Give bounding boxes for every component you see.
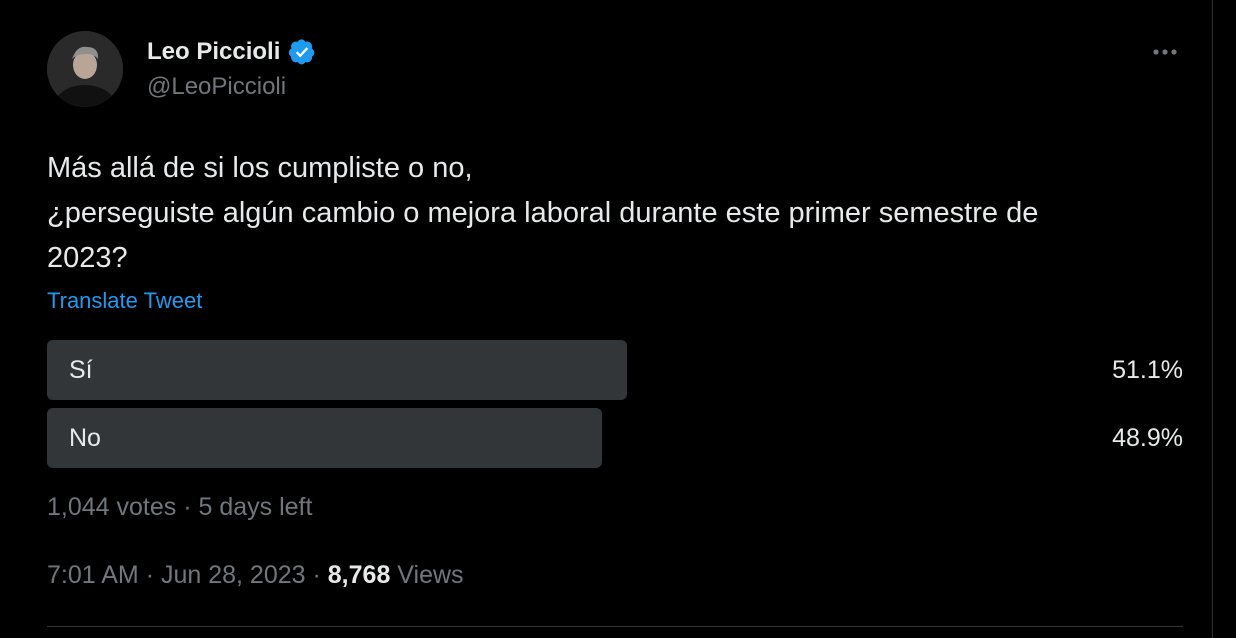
author-handle[interactable]: @LeoPiccioli	[147, 73, 286, 101]
poll-option-bar	[47, 340, 627, 400]
tweet-container: Leo Piccioli @LeoPiccioli Más allá de si…	[0, 0, 1213, 638]
poll-option: No 48.9%	[47, 408, 1183, 468]
divider	[47, 626, 1183, 627]
views-count[interactable]: 8,768	[328, 561, 391, 589]
tweet-time[interactable]: 7:01 AM	[47, 561, 139, 589]
poll-option-bar	[47, 408, 602, 468]
avatar[interactable]	[47, 31, 123, 107]
tweet-text: Más allá de si los cumpliste o no, ¿pers…	[47, 146, 1197, 281]
tweet-date[interactable]: Jun 28, 2023	[161, 561, 306, 589]
poll-summary: 1,044 votes · 5 days left	[47, 493, 312, 522]
tweet-text-line: 2023?	[47, 242, 128, 274]
separator-dot: ·	[145, 561, 155, 589]
verified-badge-icon[interactable]	[288, 38, 316, 66]
separator-dot: ·	[312, 561, 321, 589]
poll-time-left: 5 days left	[198, 493, 313, 521]
views-label[interactable]: Views	[397, 561, 463, 589]
poll-option-percent: 48.9%	[1112, 424, 1183, 452]
tweet-meta: 7:01 AM · Jun 28, 2023 · 8,768 Views	[47, 561, 464, 590]
poll-option-label: No	[69, 424, 101, 452]
poll-option: Sí 51.1%	[47, 340, 1183, 400]
tweet-text-line: ¿perseguiste algún cambio o mejora labor…	[47, 197, 1039, 229]
poll-votes-count: 1,044 votes	[47, 493, 177, 521]
separator-dot: ·	[183, 493, 192, 521]
avatar-image	[47, 31, 123, 107]
translate-tweet-link[interactable]: Translate Tweet	[47, 288, 202, 314]
author-display-name[interactable]: Leo Piccioli	[147, 38, 280, 66]
poll-option-label: Sí	[69, 356, 93, 384]
poll-option-percent: 51.1%	[1112, 356, 1183, 384]
tweet-text-line: Más allá de si los cumpliste o no,	[47, 152, 473, 184]
author-name-row: Leo Piccioli	[147, 34, 316, 70]
more-horizontal-icon[interactable]	[1148, 38, 1182, 66]
